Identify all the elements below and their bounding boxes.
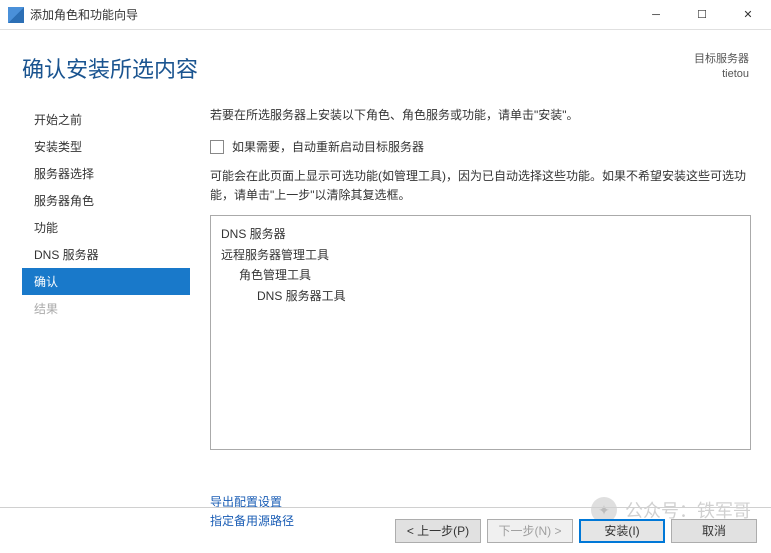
titlebar: 添加角色和功能向导 ─ ☐ ✕ [0, 0, 771, 30]
confirm-item: 远程服务器管理工具 [221, 245, 740, 265]
cancel-button[interactable]: 取消 [671, 519, 757, 543]
close-button[interactable]: ✕ [725, 0, 771, 30]
intro-text: 若要在所选服务器上安装以下角色、角色服务或功能，请单击"安装"。 [210, 106, 751, 124]
sidebar-item-server-select[interactable]: 服务器选择 [22, 160, 190, 187]
wizard-footer: < 上一步(P) 下一步(N) > 安装(I) 取消 [0, 507, 771, 553]
content-area: 若要在所选服务器上安装以下角色、角色服务或功能，请单击"安装"。 如果需要，自动… [190, 94, 771, 489]
app-icon [8, 7, 24, 23]
confirm-selection-box: DNS 服务器 远程服务器管理工具 角色管理工具 DNS 服务器工具 [210, 215, 751, 450]
sidebar-item-results: 结果 [22, 295, 190, 322]
restart-checkbox[interactable] [210, 140, 224, 154]
optional-features-note: 可能会在此页面上显示可选功能(如管理工具)，因为已自动选择这些功能。如果不希望安… [210, 167, 751, 205]
sidebar-item-server-roles[interactable]: 服务器角色 [22, 187, 190, 214]
sidebar-item-confirm[interactable]: 确认 [22, 268, 190, 295]
confirm-item: DNS 服务器工具 [221, 286, 740, 306]
install-button[interactable]: 安装(I) [579, 519, 665, 543]
restart-checkbox-label: 如果需要，自动重新启动目标服务器 [232, 138, 424, 155]
confirm-item: DNS 服务器 [221, 224, 740, 244]
previous-button[interactable]: < 上一步(P) [395, 519, 481, 543]
main-body: 开始之前 安装类型 服务器选择 服务器角色 功能 DNS 服务器 确认 结果 若… [0, 94, 771, 489]
next-button: 下一步(N) > [487, 519, 573, 543]
restart-checkbox-row[interactable]: 如果需要，自动重新启动目标服务器 [210, 138, 751, 155]
minimize-button[interactable]: ─ [633, 0, 679, 30]
window-title: 添加角色和功能向导 [30, 6, 633, 23]
target-server-info: 目标服务器 tietou [694, 52, 749, 83]
target-server-label: 目标服务器 [694, 52, 749, 67]
maximize-button[interactable]: ☐ [679, 0, 725, 30]
header: 确认安装所选内容 目标服务器 tietou [0, 30, 771, 94]
sidebar-item-features[interactable]: 功能 [22, 214, 190, 241]
confirm-item: 角色管理工具 [221, 265, 740, 285]
sidebar-item-dns-server[interactable]: DNS 服务器 [22, 241, 190, 268]
wizard-sidebar: 开始之前 安装类型 服务器选择 服务器角色 功能 DNS 服务器 确认 结果 [22, 94, 190, 489]
page-title: 确认安装所选内容 [22, 52, 198, 84]
window-controls: ─ ☐ ✕ [633, 0, 771, 30]
sidebar-item-install-type[interactable]: 安装类型 [22, 133, 190, 160]
sidebar-item-before-start[interactable]: 开始之前 [22, 106, 190, 133]
target-server-name: tietou [694, 67, 749, 82]
